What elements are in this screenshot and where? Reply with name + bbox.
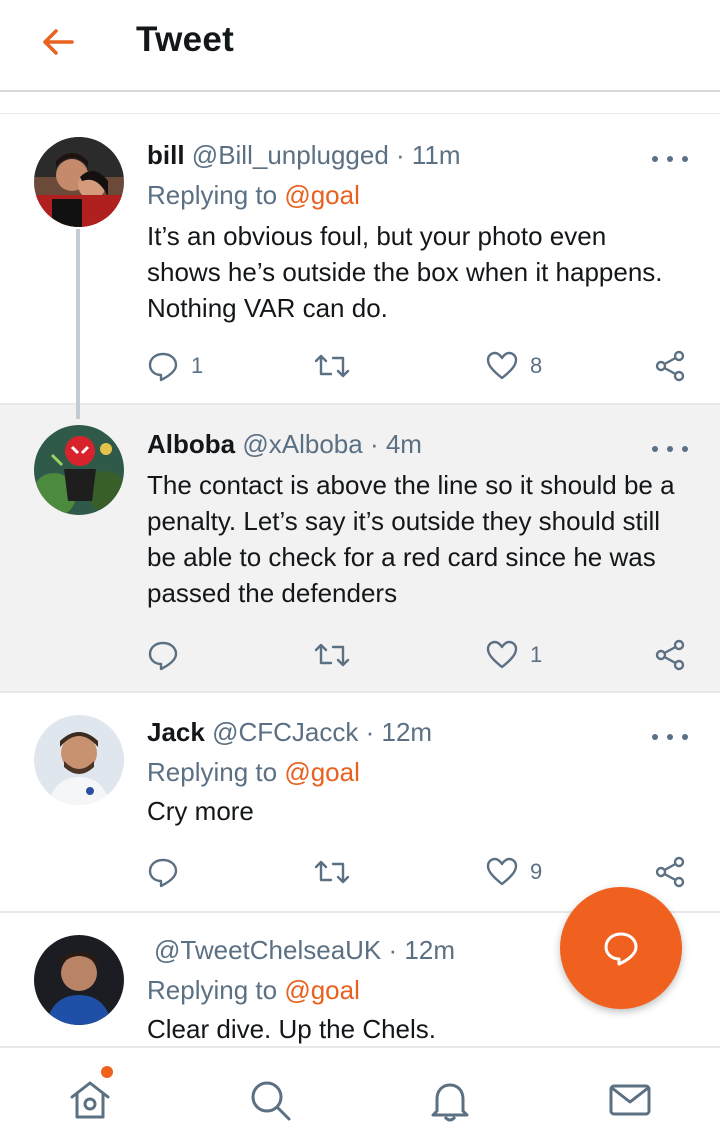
share-icon — [655, 639, 685, 671]
display-name[interactable]: Alboba — [147, 429, 235, 459]
like-button[interactable]: 9 — [486, 852, 542, 892]
handle[interactable]: @Bill_unplugged — [192, 140, 389, 170]
home-icon — [70, 1081, 110, 1119]
reply-icon — [148, 352, 178, 382]
mention-link[interactable]: @goal — [284, 757, 360, 787]
nav-notifications[interactable] — [426, 1076, 474, 1124]
more-options-button[interactable] — [652, 439, 688, 459]
avatar[interactable] — [34, 935, 124, 1025]
nav-search[interactable] — [246, 1076, 294, 1124]
reply-icon — [148, 641, 178, 671]
tweet-card[interactable]: Jack @CFCJacck · 12m Replying to @goal C… — [0, 693, 720, 913]
heart-icon — [486, 351, 518, 380]
like-button[interactable]: 1 — [486, 635, 542, 675]
share-icon — [655, 856, 685, 888]
reply-button[interactable]: 1 — [147, 346, 203, 386]
share-button[interactable] — [654, 852, 686, 892]
more-options-button[interactable] — [652, 149, 688, 169]
display-name[interactable]: Jack — [147, 717, 205, 747]
timestamp: · 12m — [365, 717, 433, 747]
share-icon — [655, 350, 685, 382]
heart-icon — [486, 857, 518, 886]
avatar[interactable] — [34, 137, 124, 227]
mention-link[interactable]: @goal — [284, 975, 360, 1005]
tweet-card[interactable]: bill @Bill_unplugged · 11m Replying to @… — [0, 114, 720, 405]
retweet-button[interactable] — [314, 852, 350, 892]
compose-reply-button[interactable] — [560, 887, 682, 1009]
page-title: Tweet — [136, 20, 235, 59]
handle[interactable]: @CFCJacck — [212, 717, 358, 747]
retweet-icon — [314, 643, 350, 667]
nav-messages[interactable] — [606, 1076, 654, 1124]
timestamp: · 11m — [396, 140, 461, 170]
reply-icon — [148, 858, 178, 888]
tweet-header: Alboba @xAlboba · 4m — [147, 428, 422, 460]
arrow-left-icon — [43, 29, 74, 55]
avatar-image — [34, 715, 124, 805]
reply-count: 1 — [191, 353, 204, 378]
avatar-image — [34, 425, 124, 515]
notification-dot — [101, 1066, 113, 1078]
avatar-image — [34, 137, 124, 227]
replying-to-label: Replying to — [147, 975, 285, 1005]
tweet-header: Jack @CFCJacck · 12m — [147, 716, 432, 748]
tweet-actions: 1 — [0, 635, 720, 675]
like-count: 1 — [530, 642, 543, 667]
mail-icon — [609, 1084, 651, 1116]
tweet-header: bill @Bill_unplugged · 11m — [147, 139, 461, 171]
reply-button[interactable] — [147, 852, 191, 892]
like-count: 8 — [530, 353, 543, 378]
retweet-button[interactable] — [314, 635, 350, 675]
retweet-button[interactable] — [314, 346, 350, 386]
timestamp: · 12m — [388, 935, 455, 965]
handle[interactable]: @xAlboba — [242, 429, 362, 459]
tweet-actions: 9 — [0, 852, 720, 892]
compose-reply-icon — [604, 932, 638, 966]
replying-to-label: Replying to — [147, 757, 285, 787]
replying-to-label: Replying to — [147, 180, 285, 210]
share-button[interactable] — [654, 635, 686, 675]
share-button[interactable] — [654, 346, 686, 386]
reply-button[interactable] — [147, 635, 191, 675]
back-button[interactable] — [36, 22, 80, 62]
retweet-icon — [314, 354, 350, 378]
feed-top-divider — [0, 94, 720, 114]
retweet-icon — [314, 860, 350, 884]
timestamp: · 4m — [369, 429, 422, 459]
replying-to: Replying to @goal — [147, 974, 360, 1006]
avatar-image — [34, 935, 124, 1025]
avatar[interactable] — [34, 425, 124, 515]
tweet-text: Clear dive. Up the Chels. — [147, 1014, 437, 1044]
bottom-navigation — [0, 1046, 720, 1138]
tweet-card-focused[interactable]: Alboba @xAlboba · 4m The contact is abov… — [0, 405, 720, 693]
nav-home[interactable] — [66, 1076, 114, 1124]
bell-icon — [431, 1083, 469, 1122]
like-button[interactable]: 8 — [486, 346, 542, 386]
thread-connector — [76, 405, 80, 419]
top-bar: Tweet — [0, 0, 720, 92]
more-options-button[interactable] — [652, 727, 688, 747]
handle[interactable]: @TweetChelseaUK — [154, 935, 381, 965]
mention-link[interactable]: @goal — [284, 180, 360, 210]
heart-icon — [486, 640, 518, 669]
tweet-text: Cry more — [147, 796, 254, 826]
tweet-actions: 1 8 — [0, 346, 720, 386]
tweet-text: It’s an obvious foul, but your photo eve… — [147, 221, 663, 323]
search-icon — [251, 1081, 291, 1121]
tweet-header: @TweetChelseaUK · 12m — [154, 934, 455, 966]
avatar[interactable] — [34, 715, 124, 805]
replying-to: Replying to @goal — [147, 179, 360, 211]
tweet-text: The contact is above the line so it shou… — [147, 470, 675, 608]
replying-to: Replying to @goal — [147, 756, 360, 788]
display-name[interactable]: bill — [147, 140, 185, 170]
like-count: 9 — [530, 859, 543, 884]
